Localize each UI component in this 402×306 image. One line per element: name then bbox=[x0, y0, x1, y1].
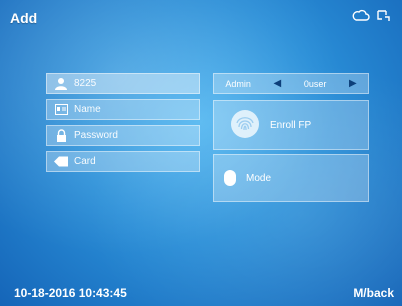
mode-icon bbox=[224, 170, 236, 186]
page-title: Add bbox=[10, 10, 38, 26]
card-tag-icon bbox=[54, 155, 68, 168]
password-field[interactable]: Password bbox=[46, 125, 200, 146]
network-icon bbox=[376, 8, 392, 22]
device-screen: Add 8225 Name Password Card Admin ◀ 0use… bbox=[0, 0, 402, 306]
role-right-label: 0user bbox=[303, 78, 327, 89]
user-icon bbox=[54, 77, 68, 90]
status-icons bbox=[352, 8, 392, 22]
mode-button[interactable]: Mode bbox=[213, 154, 369, 202]
role-selector[interactable]: Admin ◀ 0user ▶ bbox=[213, 73, 369, 94]
card-placeholder: Card bbox=[74, 156, 96, 167]
enroll-fp-button[interactable]: Enroll FP bbox=[213, 100, 369, 150]
id-card-icon bbox=[54, 103, 68, 116]
lock-icon bbox=[54, 129, 68, 142]
card-field[interactable]: Card bbox=[46, 151, 200, 172]
name-placeholder: Name bbox=[74, 104, 101, 115]
fingerprint-icon bbox=[214, 109, 270, 142]
right-arrow-icon[interactable]: ▶ bbox=[349, 78, 357, 89]
user-id-field[interactable]: 8225 bbox=[46, 73, 200, 94]
datetime: 10-18-2016 10:43:45 bbox=[14, 286, 127, 300]
user-id-value: 8225 bbox=[74, 78, 97, 89]
mode-label: Mode bbox=[246, 172, 272, 184]
password-placeholder: Password bbox=[74, 130, 118, 141]
back-button[interactable]: M/back bbox=[353, 286, 394, 300]
role-left-label: Admin bbox=[225, 78, 251, 89]
name-field[interactable]: Name bbox=[46, 99, 200, 120]
left-arrow-icon[interactable]: ◀ bbox=[273, 78, 281, 89]
enroll-fp-label: Enroll FP bbox=[270, 119, 312, 131]
cloud-icon bbox=[352, 8, 370, 22]
